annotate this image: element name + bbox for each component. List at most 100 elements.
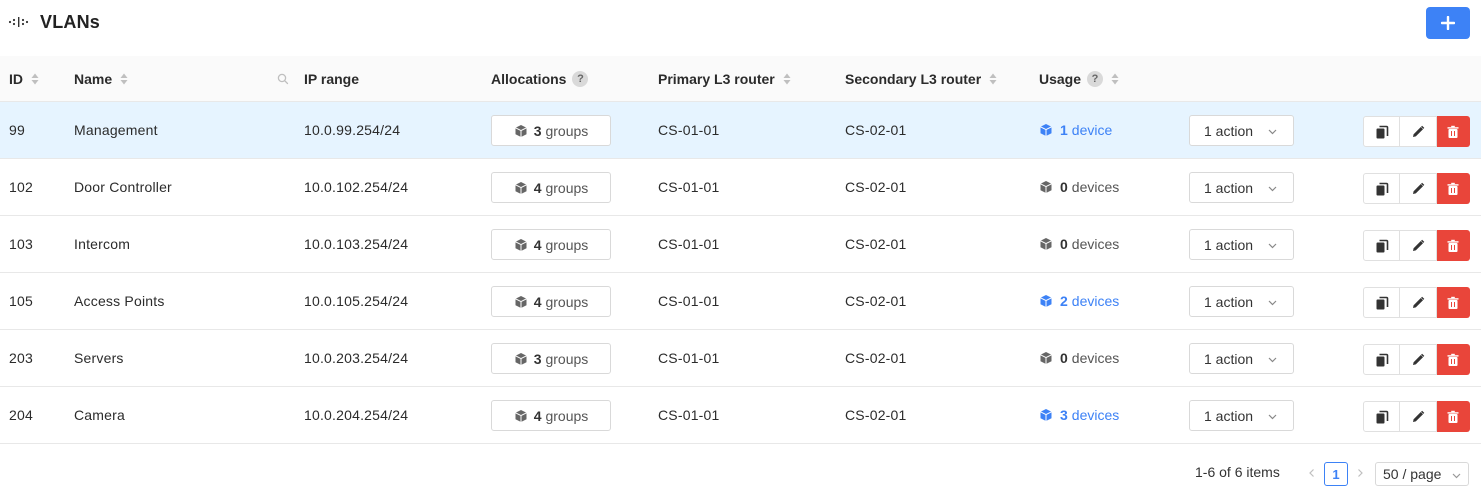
chevron-left-icon[interactable] <box>1306 467 1318 479</box>
column-secondary-router[interactable]: Secondary L3 router <box>845 56 997 102</box>
cube-icon <box>514 124 527 137</box>
chevron-down-icon <box>1268 186 1277 192</box>
cube-icon <box>514 409 527 422</box>
allocations-count: 3 <box>533 122 542 139</box>
page-number-current[interactable]: 1 <box>1324 462 1348 486</box>
action-dropdown[interactable]: 1 action <box>1189 286 1294 317</box>
allocations-button[interactable]: 4 groups <box>491 229 611 260</box>
usage-count: 0 <box>1060 236 1068 252</box>
secondary-router: CS-02-01 <box>845 407 907 423</box>
column-id[interactable]: ID <box>9 56 39 102</box>
copy-button[interactable] <box>1363 401 1400 432</box>
cube-icon <box>1040 295 1052 307</box>
pagination-total: 1-6 of 6 items <box>1195 464 1280 480</box>
column-ip-range-label: IP range <box>304 71 359 87</box>
action-dropdown[interactable]: 1 action <box>1189 343 1294 374</box>
usage-link[interactable]: 2 devices <box>1039 273 1119 329</box>
edit-button[interactable] <box>1400 401 1437 432</box>
secondary-router: CS-02-01 <box>845 350 907 366</box>
allocations-button[interactable]: 4 groups <box>491 286 611 317</box>
edit-button[interactable] <box>1400 230 1437 261</box>
table-row[interactable]: 105 Access Points 10.0.105.254/24 4 grou… <box>0 273 1481 330</box>
edit-button[interactable] <box>1400 173 1437 204</box>
usage-label: devices <box>1071 179 1120 195</box>
page-size-select[interactable]: 50 / page <box>1375 462 1469 486</box>
chevron-down-icon <box>1452 473 1461 479</box>
edit-icon <box>1413 239 1425 251</box>
add-vlan-button[interactable] <box>1426 7 1470 39</box>
sort-icon[interactable] <box>120 73 128 85</box>
help-icon[interactable]: ? <box>572 71 589 87</box>
column-secondary-router-label: Secondary L3 router <box>845 71 982 87</box>
allocations-count: 3 <box>533 350 542 367</box>
chevron-down-icon <box>1268 414 1277 420</box>
action-dropdown[interactable]: 1 action <box>1189 400 1294 431</box>
action-dropdown[interactable]: 1 action <box>1189 115 1294 146</box>
column-id-label: ID <box>9 71 23 87</box>
chevron-right-icon[interactable] <box>1354 467 1366 479</box>
edit-button[interactable] <box>1400 344 1437 375</box>
column-usage-label: Usage <box>1039 71 1082 87</box>
table-row[interactable]: 204 Camera 10.0.204.254/24 4 groups CS-0… <box>0 387 1481 444</box>
table-header: ID Name IP range Allocations ? Primary L… <box>0 56 1481 102</box>
sort-icon[interactable] <box>783 73 791 85</box>
chevron-down-icon <box>1268 129 1277 135</box>
row-actions <box>1363 287 1470 318</box>
delete-icon <box>1447 410 1459 423</box>
table-row[interactable]: 203 Servers 10.0.203.254/24 3 groups CS-… <box>0 330 1481 387</box>
allocations-label: groups <box>545 122 589 139</box>
allocations-button[interactable]: 4 groups <box>491 172 611 203</box>
delete-button[interactable] <box>1437 173 1470 204</box>
table-row[interactable]: 102 Door Controller 10.0.102.254/24 4 gr… <box>0 159 1481 216</box>
sort-icon[interactable] <box>1111 73 1119 85</box>
sort-icon[interactable] <box>989 73 997 85</box>
copy-button[interactable] <box>1363 230 1400 261</box>
allocations-count: 4 <box>533 407 542 424</box>
usage-link[interactable]: 0 devices <box>1039 216 1119 272</box>
sort-icon[interactable] <box>31 73 39 85</box>
allocations-button[interactable]: 3 groups <box>491 115 611 146</box>
allocations-button[interactable]: 3 groups <box>491 343 611 374</box>
column-ip-range: IP range <box>304 56 359 102</box>
primary-router: CS-01-01 <box>658 122 720 138</box>
usage-count: 0 <box>1060 350 1068 366</box>
usage-link[interactable]: 3 devices <box>1039 387 1119 443</box>
copy-button[interactable] <box>1363 116 1400 147</box>
action-dropdown[interactable]: 1 action <box>1189 172 1294 203</box>
edit-button[interactable] <box>1400 287 1437 318</box>
allocations-button[interactable]: 4 groups <box>491 400 611 431</box>
delete-button[interactable] <box>1437 230 1470 261</box>
page-title: VLANs <box>40 12 101 32</box>
column-primary-router[interactable]: Primary L3 router <box>658 56 791 102</box>
secondary-router: CS-02-01 <box>845 179 907 195</box>
usage-link[interactable]: 0 devices <box>1039 330 1119 386</box>
delete-button[interactable] <box>1437 401 1470 432</box>
delete-button[interactable] <box>1437 287 1470 318</box>
plus-icon <box>1441 16 1455 30</box>
column-primary-router-label: Primary L3 router <box>658 71 775 87</box>
action-dropdown[interactable]: 1 action <box>1189 229 1294 260</box>
usage-link[interactable]: 0 devices <box>1039 159 1119 215</box>
copy-icon <box>1376 125 1388 138</box>
copy-button[interactable] <box>1363 344 1400 375</box>
primary-router: CS-01-01 <box>658 293 720 309</box>
delete-button[interactable] <box>1437 344 1470 375</box>
edit-button[interactable] <box>1400 116 1437 147</box>
delete-button[interactable] <box>1437 116 1470 147</box>
search-icon[interactable] <box>276 72 290 86</box>
usage-label: devices <box>1071 293 1120 309</box>
column-usage[interactable]: Usage ? <box>1039 56 1119 102</box>
usage-count: 0 <box>1060 179 1068 195</box>
primary-router: CS-01-01 <box>658 179 720 195</box>
usage-link[interactable]: 1 device <box>1039 102 1112 158</box>
copy-button[interactable] <box>1363 173 1400 204</box>
secondary-router: CS-02-01 <box>845 293 907 309</box>
cube-icon <box>514 352 527 365</box>
table-row[interactable]: 103 Intercom 10.0.103.254/24 4 groups CS… <box>0 216 1481 273</box>
table-row[interactable]: 99 Management 10.0.99.254/24 3 groups CS… <box>0 102 1481 159</box>
help-icon[interactable]: ? <box>1087 71 1104 87</box>
row-actions <box>1363 344 1470 375</box>
column-name[interactable]: Name <box>74 56 128 102</box>
copy-button[interactable] <box>1363 287 1400 318</box>
allocations-count: 4 <box>533 293 542 310</box>
